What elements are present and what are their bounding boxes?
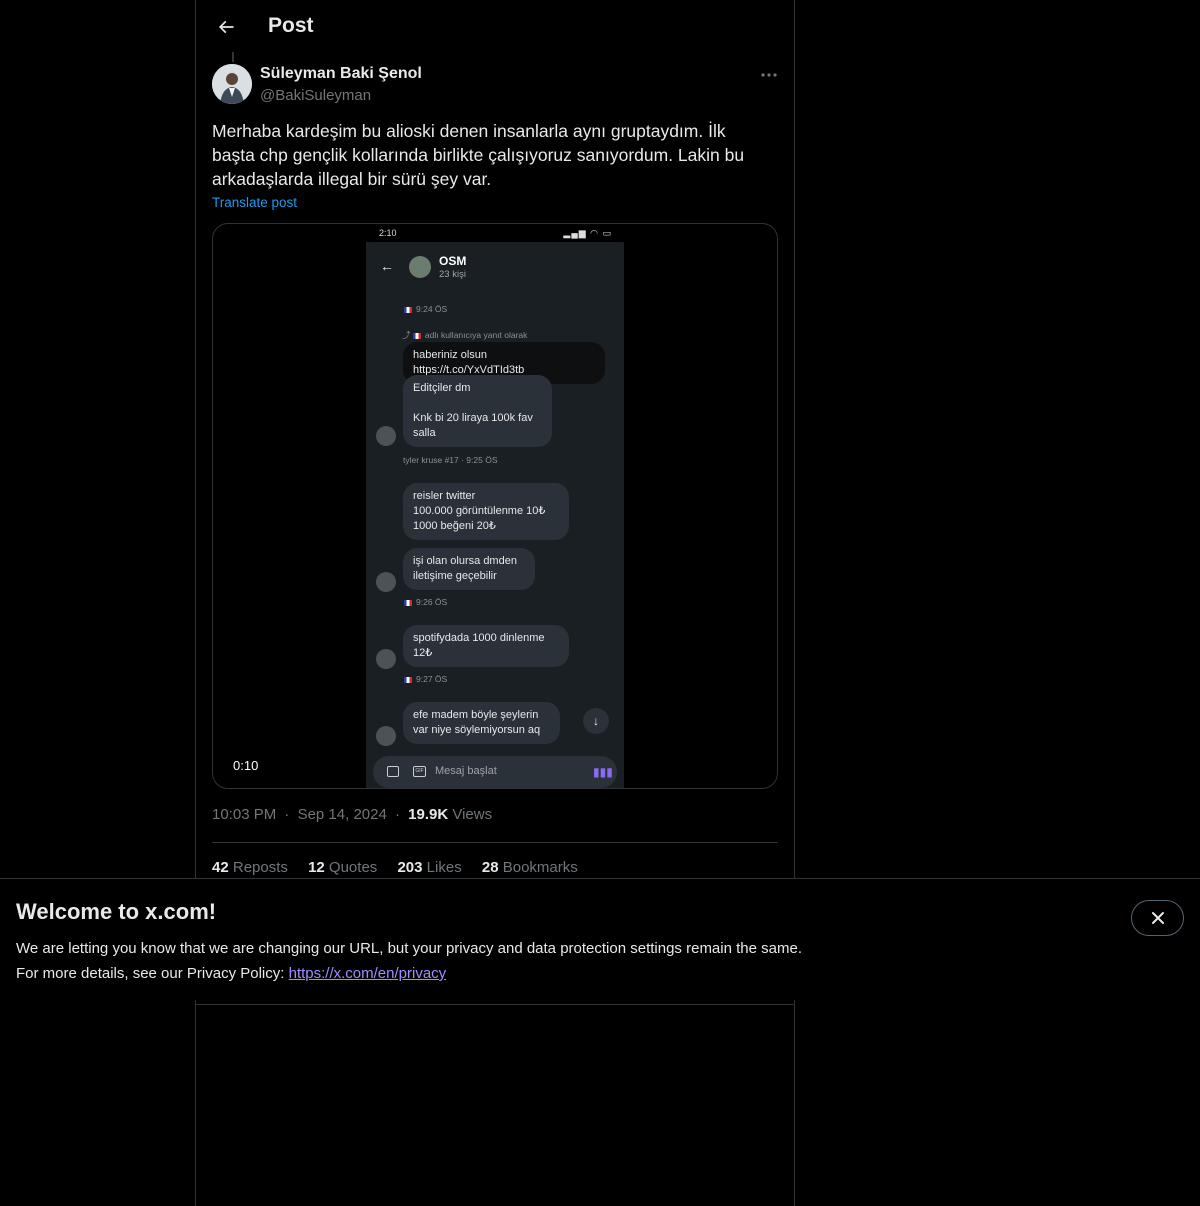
banner-close-button[interactable] bbox=[1131, 900, 1184, 936]
divider bbox=[212, 842, 778, 843]
banner-line: We are letting you know that we are chan… bbox=[16, 940, 802, 957]
chat-bubble: efe madem böyle şeylerin var niye söylem… bbox=[403, 702, 560, 744]
sender-avatar bbox=[376, 649, 396, 669]
flag-icon bbox=[412, 332, 421, 339]
phone-status-time: 2:10 bbox=[379, 228, 397, 238]
flag-icon bbox=[404, 676, 412, 683]
flag-icon bbox=[404, 599, 412, 606]
author-name[interactable]: Süleyman Baki Şenol bbox=[260, 65, 422, 83]
post-text: Merhaba kardeşim bu alioski denen insanl… bbox=[212, 121, 745, 189]
video-duration: 0:10 bbox=[229, 757, 263, 774]
views-label: Views bbox=[452, 806, 493, 823]
meta-separator: · bbox=[394, 806, 400, 823]
message-composer: GIF Mesaj başlat ▮▮▮ bbox=[373, 756, 617, 788]
post-timestamp: 10:03 PM · Sep 14, 2024 · 19.9K Views bbox=[212, 806, 492, 823]
banner-text: We are letting you know that we are chan… bbox=[16, 936, 802, 986]
flag-icon bbox=[404, 306, 412, 313]
group-count: 23 kişi bbox=[439, 269, 466, 280]
phone-status-bar: 2:10 ▂▄▆ ◠ ▭ bbox=[366, 224, 624, 242]
reposts-stat[interactable]: 42 Reposts bbox=[212, 859, 288, 876]
avatar-image bbox=[212, 64, 252, 104]
chat-bubble: reisler twitter 100.000 görüntülenme 10₺… bbox=[403, 483, 569, 540]
chat-screen: ← OSM 23 kişi 9:24 ÖS ⤴ adlı kullanıcıya… bbox=[366, 242, 624, 788]
banner-line: For more details, see our Privacy Policy… bbox=[16, 965, 447, 982]
group-name: OSM bbox=[439, 254, 467, 268]
composer-placeholder: Mesaj başlat bbox=[435, 765, 497, 777]
chat-bubble: Editçiler dm Knk bi 20 liraya 100k fav s… bbox=[403, 375, 552, 447]
engagement-stats: 42 Reposts 12 Quotes 203 Likes 28 Bookma… bbox=[212, 859, 594, 876]
video-frame: 2:10 ▂▄▆ ◠ ▭ ← OSM 23 kişi 9:24 ÖS ⤴ adl… bbox=[366, 224, 624, 788]
voice-icon: ▮▮▮ bbox=[593, 765, 613, 779]
privacy-policy-link[interactable]: https://x.com/en/privacy bbox=[289, 965, 447, 982]
section-divider bbox=[195, 1004, 795, 1005]
chat-back-arrow-icon: ← bbox=[380, 258, 394, 274]
url-change-banner: Welcome to x.com! We are letting you kno… bbox=[0, 878, 1200, 1000]
meta-separator: · bbox=[284, 806, 290, 823]
chat-bubble: işi olan olursa dmden iletişime geçebili… bbox=[403, 548, 535, 590]
close-icon bbox=[1151, 912, 1164, 924]
author-handle[interactable]: @BakiSuleyman bbox=[260, 87, 371, 104]
chat-meta: ⤴ adlı kullanıcıya yanıt olarak bbox=[402, 330, 528, 340]
post-date[interactable]: Sep 14, 2024 bbox=[298, 806, 387, 823]
arrow-left-icon bbox=[218, 20, 234, 34]
image-icon bbox=[387, 766, 399, 777]
translate-post-link[interactable]: Translate post bbox=[212, 195, 297, 210]
chat-meta: 9:26 ÖS bbox=[404, 597, 447, 607]
sender-avatar bbox=[376, 426, 396, 446]
video-player[interactable]: 2:10 ▂▄▆ ◠ ▭ ← OSM 23 kişi 9:24 ÖS ⤴ adl… bbox=[212, 223, 778, 789]
sender-avatar bbox=[376, 726, 396, 746]
gif-icon: GIF bbox=[413, 766, 426, 777]
likes-stat[interactable]: 203 Likes bbox=[397, 859, 461, 876]
chat-meta: tyler kruse #17 · 9:25 ÖS bbox=[403, 455, 498, 465]
page-title: Post bbox=[268, 14, 314, 37]
author-avatar[interactable] bbox=[212, 64, 252, 104]
phone-status-icons: ▂▄▆ ◠ ▭ bbox=[563, 228, 612, 238]
page-header: Post bbox=[196, 0, 796, 53]
banner-title: Welcome to x.com! bbox=[16, 899, 217, 924]
sender-avatar bbox=[376, 572, 396, 592]
chat-meta: 9:27 ÖS bbox=[404, 674, 447, 684]
chat-meta: 9:24 ÖS bbox=[404, 304, 447, 314]
bookmarks-stat[interactable]: 28 Bookmarks bbox=[482, 859, 578, 876]
thread-connector bbox=[232, 52, 234, 62]
chat-bubble: spotifydada 1000 dinlenme 12₺ bbox=[403, 625, 569, 667]
more-horizontal-icon bbox=[761, 73, 777, 77]
back-button[interactable] bbox=[210, 11, 242, 43]
scroll-down-arrow-icon: ↓ bbox=[583, 708, 609, 734]
group-avatar bbox=[409, 256, 431, 278]
more-options-button[interactable] bbox=[756, 64, 782, 86]
quotes-stat[interactable]: 12 Quotes bbox=[308, 859, 377, 876]
views-count: 19.9K bbox=[408, 806, 449, 823]
post-time[interactable]: 10:03 PM bbox=[212, 806, 276, 823]
primary-column: Post Süleyman Baki Şenol @BakiSuleyman M… bbox=[195, 0, 795, 1206]
